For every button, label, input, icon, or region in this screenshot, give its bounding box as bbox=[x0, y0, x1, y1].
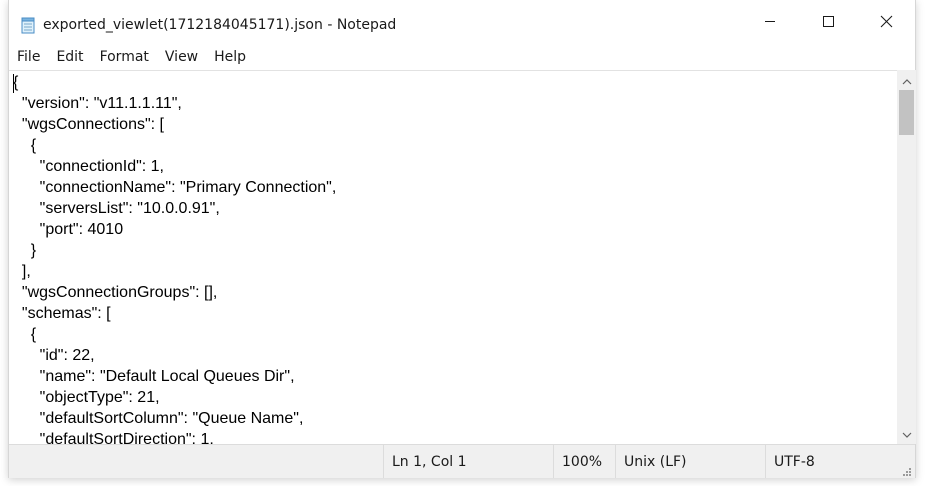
scroll-thumb[interactable] bbox=[899, 90, 914, 135]
text-line: { bbox=[13, 74, 19, 91]
cursor-position-text: Ln 1, Col 1 bbox=[392, 453, 467, 470]
menu-format[interactable]: Format bbox=[92, 47, 157, 67]
title-bar[interactable]: exported_viewlet(1712184045171).json - N… bbox=[9, 0, 915, 42]
notepad-window: exported_viewlet(1712184045171).json - N… bbox=[8, 0, 916, 478]
menu-edit[interactable]: Edit bbox=[48, 47, 91, 67]
text-line: "name": "Default Local Queues Dir", bbox=[13, 368, 295, 385]
line-ending-text: Unix (LF) bbox=[624, 453, 687, 470]
encoding-text: UTF-8 bbox=[774, 453, 815, 470]
menu-view[interactable]: View bbox=[157, 47, 206, 67]
scroll-down-button[interactable] bbox=[897, 425, 916, 442]
status-line-ending: Unix (LF) bbox=[615, 445, 765, 478]
notepad-icon bbox=[21, 17, 36, 34]
text-line: { bbox=[13, 326, 37, 343]
maximize-icon bbox=[822, 15, 834, 27]
minimize-icon bbox=[764, 15, 776, 27]
text-caret bbox=[13, 74, 14, 93]
text-line: } bbox=[13, 242, 37, 259]
text-line: "version": "v11.1.1.11", bbox=[13, 95, 182, 112]
text-line: "defaultSortColumn": "Queue Name", bbox=[13, 410, 304, 427]
chevron-up-icon bbox=[902, 72, 912, 90]
text-line: "wgsConnections": [ bbox=[13, 116, 164, 133]
editor-content: { "version": "v11.1.1.11", "wgsConnectio… bbox=[13, 72, 336, 445]
text-line: "objectType": 21, bbox=[13, 389, 160, 406]
text-line: "defaultSortDirection": 1, bbox=[13, 431, 214, 445]
status-encoding: UTF-8 bbox=[765, 445, 897, 478]
status-cursor-position: Ln 1, Col 1 bbox=[383, 445, 553, 478]
minimize-button[interactable] bbox=[741, 0, 799, 42]
resize-grip-icon[interactable] bbox=[901, 464, 911, 476]
text-line: ], bbox=[13, 263, 31, 280]
status-bar: Ln 1, Col 1 100% Unix (LF) UTF-8 bbox=[9, 444, 915, 478]
text-line: "connectionId": 1, bbox=[13, 158, 164, 175]
text-line: "schemas": [ bbox=[13, 305, 111, 322]
status-zoom: 100% bbox=[553, 445, 615, 478]
window-title: exported_viewlet(1712184045171).json - N… bbox=[43, 17, 397, 33]
text-line: "id": 22, bbox=[13, 347, 95, 364]
menu-file[interactable]: File bbox=[9, 47, 48, 67]
text-editor[interactable]: { "version": "v11.1.1.11", "wgsConnectio… bbox=[9, 70, 897, 445]
close-icon bbox=[880, 15, 893, 28]
menu-help[interactable]: Help bbox=[206, 47, 254, 67]
maximize-button[interactable] bbox=[799, 0, 857, 42]
text-line: { bbox=[13, 137, 37, 154]
text-line: "serversList": "10.0.0.91", bbox=[13, 200, 220, 217]
scroll-up-button[interactable] bbox=[897, 72, 916, 89]
close-button[interactable] bbox=[857, 0, 915, 42]
text-line: "wgsConnectionGroups": [], bbox=[13, 284, 218, 301]
zoom-text: 100% bbox=[562, 453, 603, 470]
vertical-scrollbar[interactable] bbox=[897, 70, 916, 444]
text-line: "port": 4010 bbox=[13, 221, 124, 238]
chevron-down-icon bbox=[902, 425, 912, 443]
menu-bar: File Edit Format View Help bbox=[9, 44, 915, 70]
text-line: "connectionName": "Primary Connection", bbox=[13, 179, 337, 196]
